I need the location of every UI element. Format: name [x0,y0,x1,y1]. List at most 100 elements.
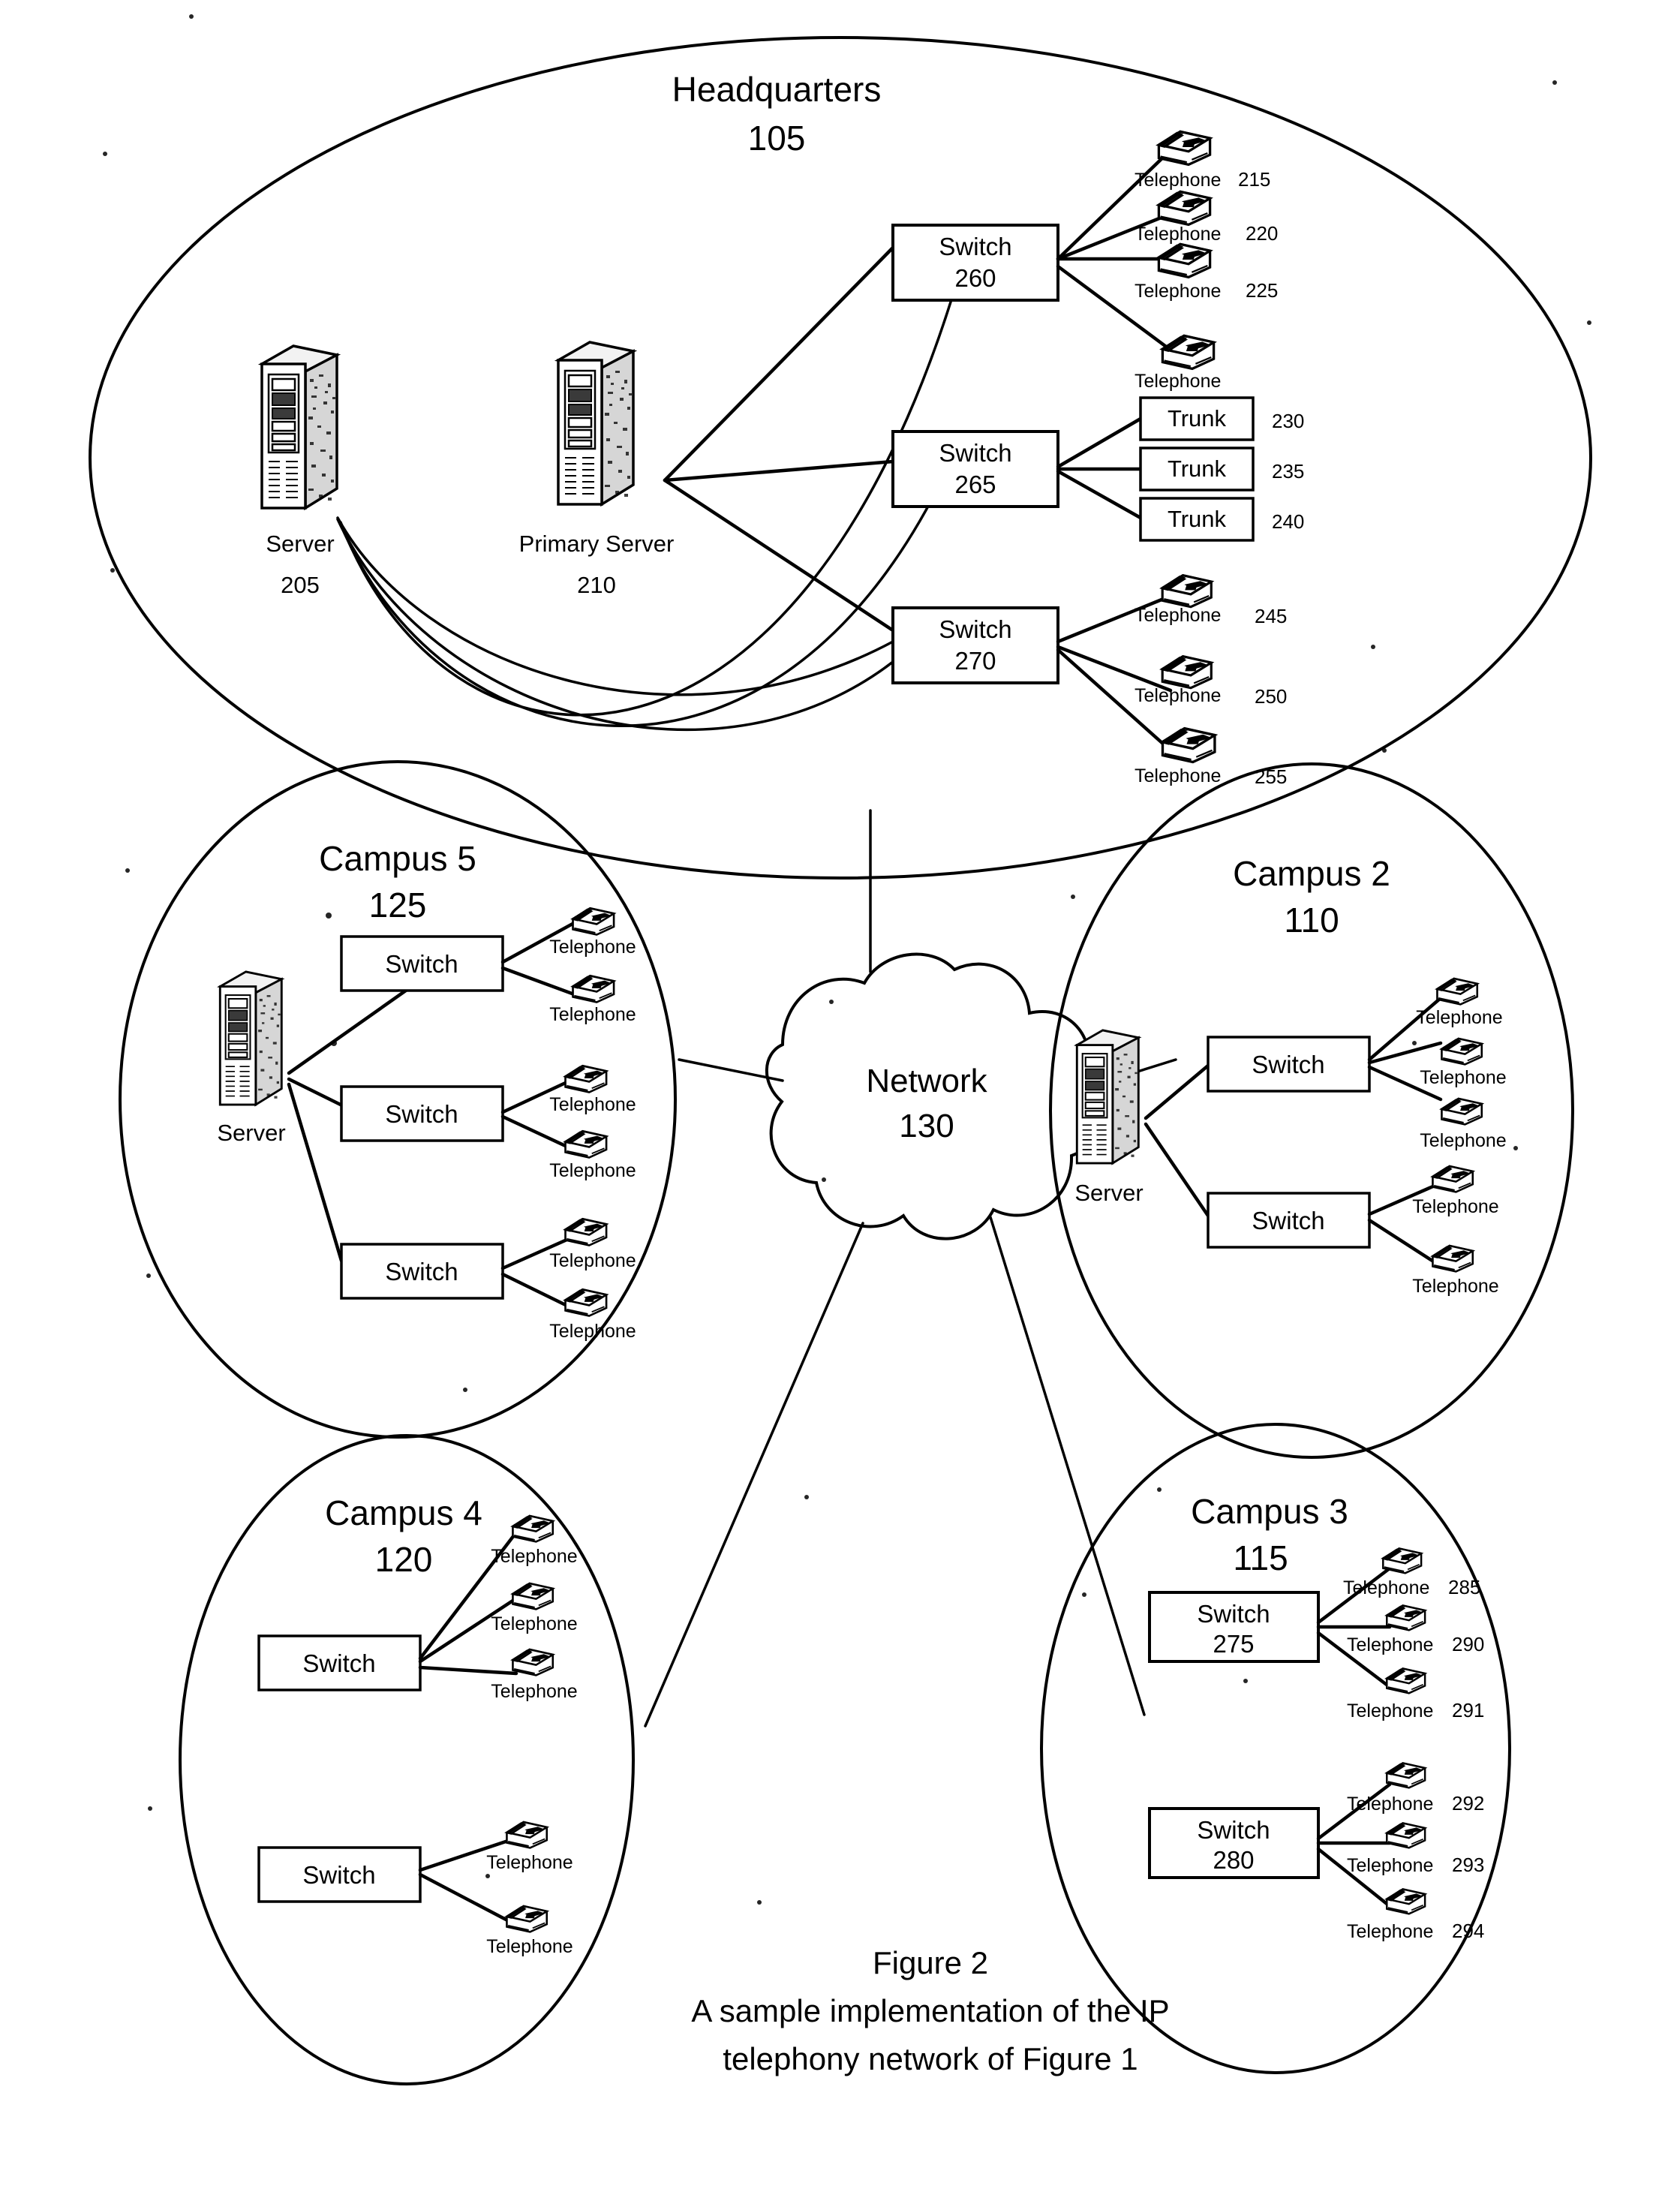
campus4-switch-1-label: Switch [302,1649,375,1677]
hq-telephone-215-ref: 215 [1238,168,1270,191]
hq-switch-270-ref: 270 [954,647,996,675]
hq-telephone-215-icon [1157,130,1212,167]
campus2-s2-telephone-2-icon [1432,1244,1474,1273]
campus2-s2-telephone-1-icon [1432,1165,1474,1193]
network-diagram-canvas: Headquarters 105 Server 205 Primary Serv… [89,14,1592,2085]
campus5-server-icon [218,970,283,1106]
campus4-boundary [179,1434,635,2085]
campus3-switch-275-label: Switch [1197,1600,1270,1628]
network-cloud-label: Network [866,1063,987,1099]
campus4-s1-telephone-3-label: Telephone [491,1681,577,1702]
campus4-s1-telephone-1-icon [512,1514,554,1543]
campus5-s3-telephone-1-label: Telephone [549,1250,636,1271]
hq-switch-265-ref: 265 [954,471,996,498]
campus3-telephone-293-ref: 293 [1452,1854,1484,1876]
campus5-title: Campus 5 [319,839,476,878]
hq-switch-270-label: Switch [939,615,1011,643]
campus2-ref: 110 [1284,901,1339,940]
hq-switch-265-label: Switch [939,439,1011,467]
headquarters-title: Headquarters [672,70,882,109]
campus5-s2-telephone-1-label: Telephone [549,1094,636,1115]
hq-switch-260-label: Switch [939,233,1011,260]
campus3-ref: 115 [1233,1538,1288,1577]
hq-telephone-225-ref: 225 [1246,279,1278,302]
scan-artifacts [103,14,1591,1905]
hq-switch-260-ref: 260 [954,264,996,292]
hq-telephone-unlabeled-icon [1161,334,1216,371]
campus4-s2-telephone-1-label: Telephone [486,1852,573,1873]
campus5-server-label: Server [217,1120,285,1146]
campus4-s1-telephone-2-label: Telephone [491,1613,577,1634]
campus5-s3-telephone-2-icon [564,1288,608,1317]
campus2-server-icon [1075,1029,1140,1165]
campus3-telephone-291-ref: 291 [1452,1699,1484,1721]
figure-caption-line-3: telephony network of Figure 1 [723,2041,1138,2076]
campus4-s2-telephone-2-icon [506,1905,548,1933]
hq-telephone-215-label: Telephone [1135,170,1221,191]
campus4-switch-2-label: Switch [302,1861,375,1889]
campus4-s1-telephone-3-icon [512,1648,554,1676]
campus5-s3-telephone-2-label: Telephone [549,1321,636,1342]
campus3-telephone-294-label: Telephone [1347,1921,1433,1942]
campus2-s1-telephone-3-label: Telephone [1420,1130,1506,1151]
hq-telephone-245-ref: 245 [1255,605,1287,627]
hq-server-205-icon [260,344,338,510]
campus2-s1-telephone-1-label: Telephone [1416,1007,1502,1028]
campus5-s3-telephone-1-icon [564,1217,608,1246]
campus2-server-label: Server [1074,1180,1143,1206]
hq-telephone-unlabeled-label: Telephone [1135,371,1221,392]
campus3-telephone-293-label: Telephone [1347,1855,1433,1876]
figure-caption-line-2: A sample implementation of the IP [691,1993,1169,2028]
campus4-s1-telephone-1-label: Telephone [491,1546,577,1567]
campus3-telephone-294-ref: 294 [1452,1920,1484,1942]
campus5-s1-telephone-2-icon [572,974,615,1003]
hq-trunk-230-label: Trunk [1168,405,1227,431]
campus4-s2-telephone-1-icon [506,1821,548,1849]
campus3-telephone-291-icon [1386,1667,1426,1694]
campus3-telephone-292-icon [1386,1762,1426,1789]
campus5-s1-telephone-1-icon [572,907,615,936]
campus5-s2-telephone-2-icon [564,1129,608,1159]
hq-server-205-label: Server [266,531,334,557]
campus3-title: Campus 3 [1191,1492,1348,1531]
hq-telephone-250-label: Telephone [1135,685,1221,706]
campus3-telephone-291-label: Telephone [1347,1700,1433,1721]
hq-telephone-225-icon [1157,242,1212,279]
campus3-telephone-294-icon [1386,1888,1426,1915]
figure-caption-line-1: Figure 2 [873,1945,988,1980]
campus3-telephone-290-icon [1386,1604,1426,1631]
campus3-switch-280-label: Switch [1197,1816,1270,1844]
patent-figure-2: Headquarters 105 Server 205 Primary Serv… [0,0,1680,2186]
campus3-telephone-285-icon [1382,1547,1423,1574]
campus3-telephone-290-label: Telephone [1347,1634,1433,1655]
campus2-s1-telephone-2-label: Telephone [1420,1067,1506,1088]
hq-telephone-220-icon [1157,190,1212,227]
campus4-s2-telephone-2-label: Telephone [486,1936,573,1957]
campus3-switch-275-ref: 275 [1213,1630,1254,1658]
campus5-s2-telephone-1-icon [564,1064,608,1093]
hq-telephone-250-ref: 250 [1255,685,1287,708]
campus5-switch-3-label: Switch [385,1258,458,1285]
campus5-s2-telephone-2-label: Telephone [549,1160,636,1181]
campus4-title: Campus 4 [325,1493,482,1532]
campus2-switch-2-label: Switch [1252,1207,1324,1234]
campus2-s1-telephone-3-icon [1441,1097,1483,1126]
hq-telephone-220-ref: 220 [1246,222,1278,245]
campus3-telephone-293-icon [1386,1822,1426,1849]
hq-telephone-220-label: Telephone [1135,224,1221,245]
hq-trunk-235-ref: 235 [1272,460,1304,483]
campus2-s1-telephone-2-icon [1441,1037,1483,1066]
hq-trunk-240-ref: 240 [1272,510,1304,533]
network-cloud-ref: 130 [899,1108,954,1144]
hq-server-210-label: Primary Server [519,531,675,557]
hq-telephone-225-label: Telephone [1135,281,1221,302]
hq-server-210-ref: 210 [577,572,616,598]
hq-trunk-240-label: Trunk [1168,506,1227,532]
campus4-s1-telephone-2-icon [512,1582,554,1610]
campus2-s2-telephone-2-label: Telephone [1412,1276,1498,1297]
campus3-telephone-285-ref: 285 [1448,1576,1480,1598]
campus3-telephone-290-ref: 290 [1452,1633,1484,1655]
hq-telephone-245-label: Telephone [1135,605,1221,626]
campus3-telephone-292-ref: 292 [1452,1792,1484,1815]
campus3-telephone-285-label: Telephone [1343,1577,1429,1598]
